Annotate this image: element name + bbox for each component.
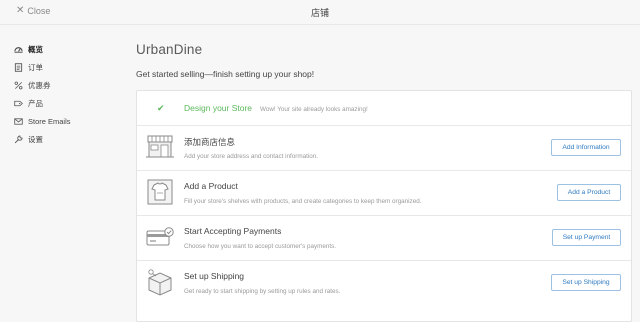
sidebar-item-coupons[interactable]: 优惠券 xyxy=(14,76,114,94)
sidebar-item-label: 概览 xyxy=(28,44,43,54)
step-title: Set up Shipping xyxy=(184,271,245,281)
shirt-icon xyxy=(145,178,175,206)
step-title: 添加商店信息 xyxy=(184,137,236,147)
sidebar-item-orders[interactable]: 订单 xyxy=(14,58,114,76)
check-icon: ✔ xyxy=(157,103,165,113)
sidebar-item-settings[interactable]: 设置 xyxy=(14,130,114,148)
add-information-button[interactable]: Add Information xyxy=(551,139,621,156)
step-description: Fill your store's shelves with products,… xyxy=(184,198,422,205)
step-description: Add your store address and contact infor… xyxy=(184,153,319,160)
step-add-product: Add a Product Fill your store's shelves … xyxy=(137,170,631,216)
sidebar-item-label: 优惠券 xyxy=(28,80,51,90)
page-title: 店铺 xyxy=(310,8,329,18)
top-bar: ✕ Close 店铺 xyxy=(0,0,640,25)
set-up-shipping-button[interactable]: Set up Shipping xyxy=(551,274,621,291)
sidebar-item-store-emails[interactable]: Store Emails xyxy=(14,112,114,130)
step-title: Add a Product xyxy=(184,181,238,191)
sidebar: 概览 订单 优惠券 产品 Store Emails 设置 xyxy=(14,40,114,148)
step-description: Choose how you want to accept customer's… xyxy=(184,243,337,250)
sidebar-item-label: Store Emails xyxy=(28,116,71,126)
credit-card-icon xyxy=(145,223,175,251)
step-add-info: 添加商店信息 Add your store address and contac… xyxy=(137,125,631,171)
orders-icon xyxy=(14,62,23,72)
sidebar-item-label: 产品 xyxy=(28,98,43,108)
mail-icon xyxy=(14,117,23,126)
setup-subtitle: Get started selling—finish setting up yo… xyxy=(136,69,315,79)
sidebar-item-label: 设置 xyxy=(28,134,43,144)
step-description: Get ready to start shipping by setting u… xyxy=(184,288,341,295)
sidebar-item-products[interactable]: 产品 xyxy=(14,94,114,112)
step-description: Wow! Your site already looks amazing! xyxy=(260,106,368,113)
percent-icon xyxy=(14,81,23,90)
sidebar-item-overview[interactable]: 概览 xyxy=(14,40,114,58)
step-shipping: Set up Shipping Get ready to start shipp… xyxy=(137,260,631,308)
shop-name: UrbanDine xyxy=(136,42,203,57)
step-title[interactable]: Design your Store xyxy=(184,103,252,113)
set-up-payment-button[interactable]: Set up Payment xyxy=(552,229,621,246)
step-design-store: ✔ Design your Store Wow! Your site alrea… xyxy=(137,91,631,126)
step-payments: Start Accepting Payments Choose how you … xyxy=(137,215,631,261)
step-title: Start Accepting Payments xyxy=(184,226,282,236)
add-product-button[interactable]: Add a Product xyxy=(557,184,621,201)
sidebar-item-label: 订单 xyxy=(28,62,43,72)
wrench-icon xyxy=(14,134,23,144)
setup-checklist: ✔ Design your Store Wow! Your site alrea… xyxy=(136,90,632,322)
storefront-icon xyxy=(145,133,175,161)
tag-icon xyxy=(14,99,23,108)
box-icon xyxy=(145,268,175,296)
dashboard-icon xyxy=(14,45,23,54)
